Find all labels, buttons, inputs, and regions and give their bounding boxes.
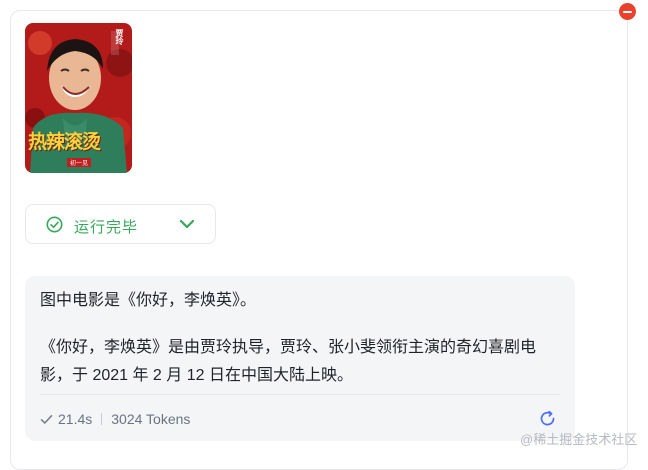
poster-title-art: 热辣滚烫 <box>28 131 101 153</box>
run-status-dropdown[interactable]: 运行完毕 <box>25 204 216 244</box>
token-count-text: 3024 Tokens <box>111 411 191 427</box>
meta-separator <box>101 413 103 425</box>
watermark: @稀土掘金技术社区 <box>520 432 638 447</box>
minus-icon <box>623 10 632 13</box>
remove-image-button[interactable] <box>619 3 636 20</box>
poster-bottom-tag: 初一见 <box>67 158 92 167</box>
run-status-label: 运行完毕 <box>74 219 139 236</box>
answer-divider <box>40 394 560 395</box>
answer-bubble: 图中电影是《你好，李焕英》。 《你好，李焕英》是由贾玲执导，贾玲、张小斐领衔主演… <box>25 276 575 441</box>
answer-meta: 21.4s 3024 Tokens <box>40 411 190 427</box>
answer-line-2: 《你好，李焕英》是由贾玲执导，贾玲、张小斐领衔主演的奇幻喜剧电影，于 2021 … <box>40 339 537 384</box>
chevron-down-icon <box>179 219 195 229</box>
poster-top-name: 贾玲 <box>115 29 124 45</box>
movie-poster-image[interactable]: 贾玲 热辣滚烫 初一见 <box>25 23 132 173</box>
duration-text: 21.4s <box>58 411 93 427</box>
check-circle-icon <box>46 216 63 233</box>
answer-line-1: 图中电影是《你好，李焕英》。 <box>40 292 257 309</box>
regenerate-icon[interactable] <box>539 410 557 428</box>
check-icon <box>40 414 53 424</box>
